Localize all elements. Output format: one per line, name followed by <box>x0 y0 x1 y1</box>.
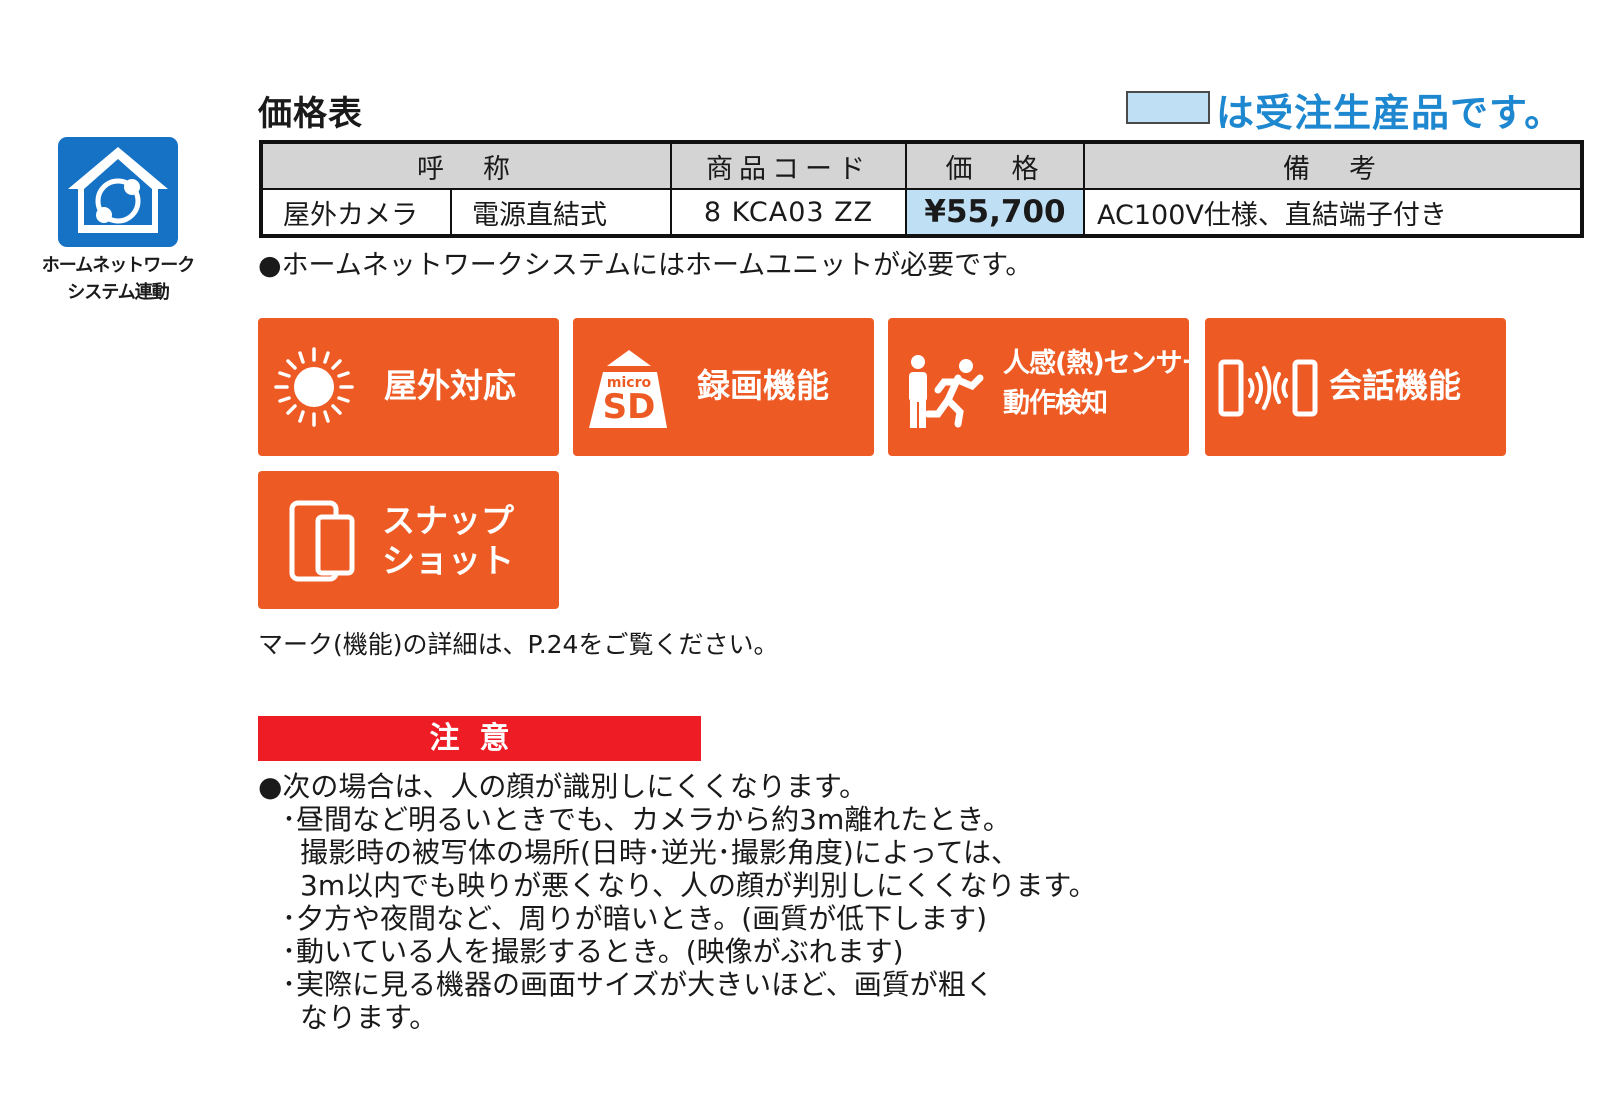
feature-motion-sensor: 人感(熱)センサー 動作検知 <box>888 318 1209 456</box>
feature-outdoor: 屋外対応 <box>258 318 559 456</box>
header-note: 備 考 <box>1083 141 1583 190</box>
product-note: AC100V仕様、直結端子付き <box>1083 188 1583 237</box>
product-code: 8 KCA03 ZZ <box>670 188 907 237</box>
table-header-row: 呼 称 商品コード 価 格 備 考 <box>260 141 1583 190</box>
microsd-icon-text-sd: SD <box>602 387 656 427</box>
caution-heading: 注意 <box>258 716 701 761</box>
feature-conversation: 会話機能 <box>1205 318 1506 456</box>
home-network-label: ホームネットワーク システム連動 <box>41 255 195 303</box>
feature-label-1: スナップ <box>382 501 514 540</box>
feature-label-2: ショット <box>382 541 514 580</box>
legend-text: は受注生産品です。 <box>1216 91 1564 135</box>
feature-label: 会話機能 <box>1329 366 1461 405</box>
caution-item: ･動いている人を撮影するとき。(映像がぶれます) <box>282 935 904 968</box>
legend-swatch <box>1126 91 1210 124</box>
table-row: 屋外カメラ 電源直結式 8 KCA03 ZZ ¥55,700 AC100V仕様、… <box>260 188 1583 237</box>
feature-recording: micro SD 録画機能 <box>573 318 874 456</box>
product-price: ¥55,700 <box>905 188 1085 237</box>
caution-item: 撮影時の被写体の場所(日時･逆光･撮影角度)によっては、 <box>300 836 1020 869</box>
caution-item: 3m以内でも映りが悪くなり、人の顔が判別しにくくなります。 <box>300 869 1097 902</box>
mark-note: マーク(機能)の詳細は、P.24をご覧ください。 <box>258 630 779 659</box>
page-title: 価格表 <box>258 94 363 134</box>
product-name: 屋外カメラ <box>260 188 452 237</box>
product-type: 電源直結式 <box>450 188 672 237</box>
header-price: 価 格 <box>905 141 1085 190</box>
feature-label: 屋外対応 <box>384 366 516 405</box>
feature-label-2: 動作検知 <box>1003 388 1108 419</box>
home-network-badge <box>58 137 178 247</box>
caution-item: なります。 <box>300 1001 438 1034</box>
table-note: ●ホームネットワークシステムにはホームユニットが必要です。 <box>258 250 1033 281</box>
caution-item: ･実際に見る機器の画面サイズが大きいほど、画質が粗く <box>282 968 994 1001</box>
feature-label: 録画機能 <box>697 366 829 405</box>
price-table: 呼 称 商品コード 価 格 備 考 屋外カメラ 電源直結式 8 KCA03 ZZ… <box>259 140 1584 238</box>
caution-item: ･昼間など明るいときでも、カメラから約3m離れたとき。 <box>282 803 1011 836</box>
caution-lead: ●次の場合は、人の顔が識別しにくくなります。 <box>258 770 868 803</box>
header-code: 商品コード <box>670 141 907 190</box>
feature-label-1: 人感(熱)センサー <box>1003 348 1209 379</box>
feature-snapshot: スナップ ショット <box>258 471 559 609</box>
home-network-icon <box>68 147 168 233</box>
caution-item: ･夕方や夜間など、周りが暗いとき。(画質が低下します) <box>282 902 988 935</box>
caution-list: ●次の場合は、人の顔が識別しにくくなります。 ･昼間など明るいときでも、カメラか… <box>258 770 1097 1034</box>
header-name: 呼 称 <box>260 141 672 190</box>
